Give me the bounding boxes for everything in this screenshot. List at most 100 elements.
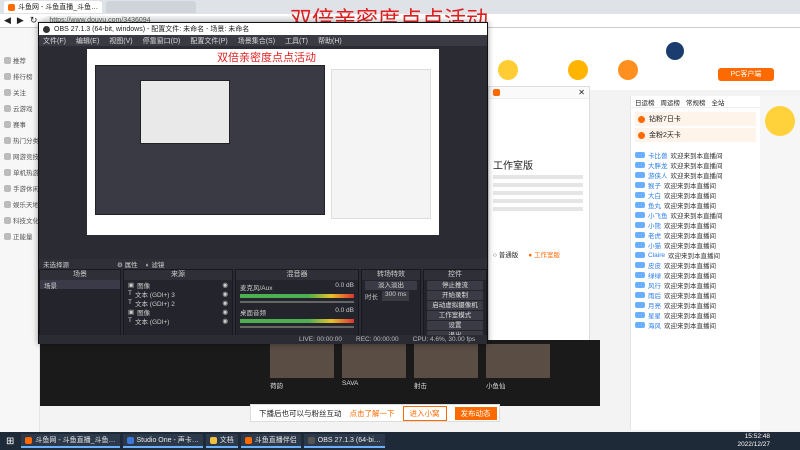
properties-button[interactable]: ⚙ 属性 [117, 259, 138, 269]
tab-rank[interactable]: 日运榜 [635, 97, 655, 107]
control-button[interactable]: 工作室模式 [427, 311, 483, 320]
eye-icon[interactable]: ◉ [222, 281, 228, 289]
filters-button[interactable]: ◐ 滤镜 [146, 259, 165, 269]
chat-text: 欢迎来到本直播间 [664, 293, 716, 300]
sidebar-item[interactable]: 单机热游 [0, 164, 39, 180]
menu-item[interactable]: 配置文件(P) [190, 36, 227, 46]
sidebar-item[interactable]: 关注 [0, 84, 39, 100]
chat-user[interactable]: 猴子 [648, 180, 661, 190]
chat-user[interactable]: 大胖龙 [648, 160, 668, 170]
chat-user[interactable]: 卡比兽 [648, 150, 668, 160]
chat-user[interactable]: 风行 [648, 280, 661, 290]
stream-thumbnail[interactable] [342, 344, 406, 378]
tab-rank[interactable]: 常规榜 [686, 97, 706, 107]
sidebar-item[interactable]: 赛事 [0, 116, 39, 132]
gift-card[interactable]: 金粉2天卡 [635, 128, 756, 142]
banner-link[interactable]: 点击了解一下 [350, 408, 395, 419]
taskbar-item[interactable]: OBS 27.1.3 (64-bi… [303, 434, 385, 448]
sidebar-item[interactable]: 排行榜 [0, 68, 39, 84]
chat-user[interactable]: 游侠人 [648, 170, 668, 180]
sidebar-item[interactable]: 娱乐天地 [0, 196, 39, 212]
volume-slider[interactable] [240, 326, 354, 328]
chat-user[interactable]: 老虎 [648, 230, 661, 240]
sidebar-item[interactable]: 热门分类 [0, 132, 39, 148]
taskbar-item[interactable]: 文档 [205, 434, 238, 448]
back-icon[interactable]: ◀ [4, 15, 11, 26]
sidebar-item[interactable]: 云游戏 [0, 100, 39, 116]
transition-select[interactable]: 淡入淡出 [365, 281, 417, 290]
pc-client-button[interactable]: PC客户端 [718, 68, 774, 81]
chat-user[interactable]: 小飞鱼 [648, 210, 668, 220]
control-button[interactable]: 停止推流 [427, 281, 483, 290]
sidebar-item-label: 云游戏 [13, 106, 33, 113]
category-icon[interactable] [498, 60, 518, 80]
menu-item[interactable]: 停靠窗口(D) [143, 36, 181, 46]
flame-icon[interactable] [618, 60, 638, 80]
chat-text: 欢迎来到本直播间 [670, 163, 723, 170]
eye-icon[interactable]: ◉ [222, 299, 228, 307]
eye-icon[interactable]: ◉ [222, 308, 228, 316]
sidebar-item[interactable]: 科技文化 [0, 212, 39, 228]
menu-item[interactable]: 帮助(H) [318, 36, 342, 46]
taskbar-item[interactable]: 斗鱼网 - 斗鱼直播_斗鱼… [21, 434, 120, 448]
browser-tab[interactable]: 斗鱼网 - 斗鱼直播_斗鱼… [4, 1, 103, 13]
menu-item[interactable]: 工具(T) [285, 36, 308, 46]
clock[interactable]: 15:52:48 2022/12/27 [737, 433, 770, 449]
eye-icon[interactable]: ◉ [222, 317, 228, 325]
eye-icon[interactable]: ◉ [222, 290, 228, 298]
avatar[interactable] [666, 42, 684, 60]
control-button[interactable]: 设置 [427, 321, 483, 330]
stream-thumbnail[interactable] [414, 344, 478, 378]
obs-preview[interactable]: 双倍亲密度点点活动 [87, 49, 439, 235]
control-button[interactable]: 开始录制 [427, 291, 483, 300]
menu-item[interactable]: 视图(V) [109, 36, 132, 46]
stream-thumbnail[interactable] [486, 344, 550, 378]
chat-user[interactable]: 月亮 [648, 300, 661, 310]
chat-user[interactable]: 小猫 [648, 240, 661, 250]
chat-user[interactable]: 皮皮 [648, 260, 661, 270]
mascot-icon[interactable] [765, 106, 795, 136]
clock-date: 2022/12/27 [737, 441, 770, 448]
start-icon[interactable]: ⊞ [6, 436, 14, 447]
chat-user[interactable]: 雨后 [648, 290, 661, 300]
control-button[interactable]: 启动虚拟摄像机 [427, 301, 483, 310]
scene-item[interactable]: 场景 [40, 280, 120, 290]
post-button[interactable]: 发布动态 [454, 406, 497, 420]
sidebar-item[interactable]: 手游休闲 [0, 180, 39, 196]
radio-normal[interactable]: ○ 普通版 [493, 249, 518, 259]
tab-rank[interactable]: 周运榜 [661, 97, 681, 107]
level-badge [635, 252, 645, 258]
game-icon[interactable] [568, 60, 588, 80]
sidebar-item[interactable]: 正能量 [0, 228, 39, 244]
taskbar-item[interactable]: Studio One - 声卡… [122, 434, 203, 448]
enter-nest-button[interactable]: 进入小窝 [402, 405, 447, 421]
sidebar-item[interactable]: 推荐 [0, 52, 39, 68]
scenes-dock: 场景 场景 [39, 269, 121, 339]
close-icon[interactable]: ✕ [578, 88, 585, 97]
chat-user[interactable]: 鱼丸 [648, 200, 661, 210]
stream-thumbnail[interactable] [270, 344, 334, 378]
chat-user[interactable]: 星星 [648, 310, 661, 320]
level-badge [635, 212, 645, 218]
app-icon [307, 436, 315, 444]
chat-message: Claire 欢迎来到本直播间 [631, 250, 760, 260]
chat-user[interactable]: Claire [648, 252, 665, 259]
chat-user[interactable]: 小熊 [648, 220, 661, 230]
menu-item[interactable]: 场景集合(S) [238, 36, 275, 46]
refresh-icon[interactable]: ↻ [30, 15, 38, 26]
taskbar-item[interactable]: 斗鱼直播伴侣 [240, 434, 301, 448]
tab-rank[interactable]: 全站 [712, 97, 725, 107]
radio-studio[interactable]: ● 工作室版 [528, 249, 560, 259]
browser-tab[interactable] [106, 1, 197, 13]
menu-item[interactable]: 文件(F) [43, 36, 66, 46]
chat-user[interactable]: 海风 [648, 320, 661, 330]
menu-item[interactable]: 编辑(E) [76, 36, 99, 46]
volume-slider[interactable] [240, 301, 354, 303]
forward-icon[interactable]: ▶ [17, 15, 24, 26]
chat-user[interactable]: 绿绿 [648, 270, 661, 280]
sidebar-item[interactable]: 网游竞技 [0, 148, 39, 164]
gift-card[interactable]: 钻粉7日卡 [635, 112, 756, 126]
source-item[interactable]: T 文本 (GDI+) ◉ [124, 316, 232, 326]
chat-user[interactable]: 大白 [648, 190, 661, 200]
duration-field[interactable]: 300 ms [382, 291, 410, 301]
